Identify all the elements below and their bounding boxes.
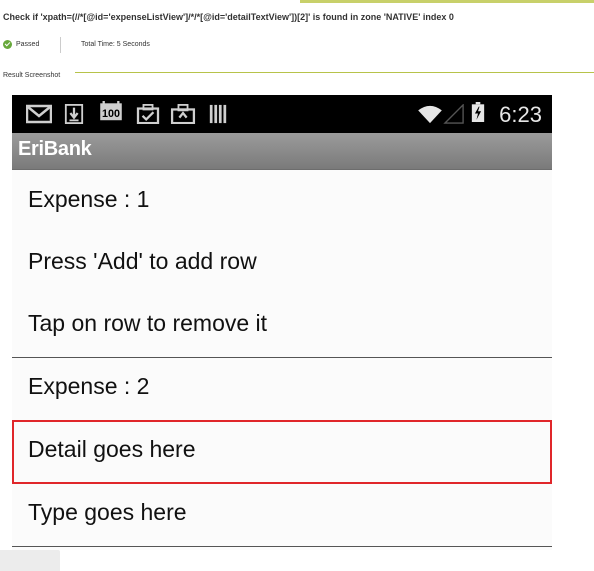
result-divider: [75, 72, 594, 73]
list-item[interactable]: Tap on row to remove it: [12, 295, 552, 358]
list-item-text: Expense : 1: [28, 186, 150, 212]
list-item-text: Type goes here: [28, 499, 187, 525]
status-row: Passed Total Time: 5 Seconds: [3, 36, 593, 54]
calendar-100-icon: 100: [100, 101, 122, 121]
check-title: Check if 'xpath=(//*[@id='expenseListVie…: [3, 12, 454, 22]
total-time: Total Time: 5 Seconds: [81, 41, 150, 48]
calendar-badge: 100: [102, 108, 120, 120]
android-status-bar: 100 6:23: [12, 95, 552, 133]
status-bar-clock: 6:23: [499, 102, 542, 127]
wifi-icon: [418, 105, 442, 124]
found-element-highlight: [12, 420, 552, 484]
header-accent-line: [300, 0, 594, 3]
battery-charging-icon: [471, 102, 485, 122]
list-divider: [12, 546, 552, 547]
status-text: Passed: [16, 41, 40, 48]
bottom-tab[interactable]: [0, 550, 60, 571]
list-item[interactable]: Press 'Add' to add row: [12, 233, 552, 296]
list-item[interactable]: Type goes here: [12, 484, 552, 547]
signal-icon: [443, 104, 464, 124]
clipboard-check-icon: [136, 104, 160, 124]
result-screenshot-label: Result Screenshot: [3, 72, 61, 79]
download-icon: [64, 104, 84, 124]
app-action-bar: EriBank: [12, 133, 552, 170]
list-item-text: Press 'Add' to add row: [28, 248, 257, 274]
list-item-text: Tap on row to remove it: [28, 310, 268, 336]
barcode-icon: [209, 104, 227, 124]
device-screenshot: 100 6:23 EriBank Expense: 1 Press 'Add'…: [12, 95, 552, 550]
list-item[interactable]: Expense : 2: [12, 358, 552, 421]
briefcase-upload-icon: [170, 104, 196, 124]
gmail-icon: [26, 104, 52, 124]
passed-check-icon: [3, 40, 12, 49]
list-item-text: Expense : 2: [28, 373, 150, 399]
list-item[interactable]: Expense : 1: [12, 171, 552, 234]
status-separator: [60, 37, 61, 53]
app-title: EriBank: [18, 138, 92, 160]
